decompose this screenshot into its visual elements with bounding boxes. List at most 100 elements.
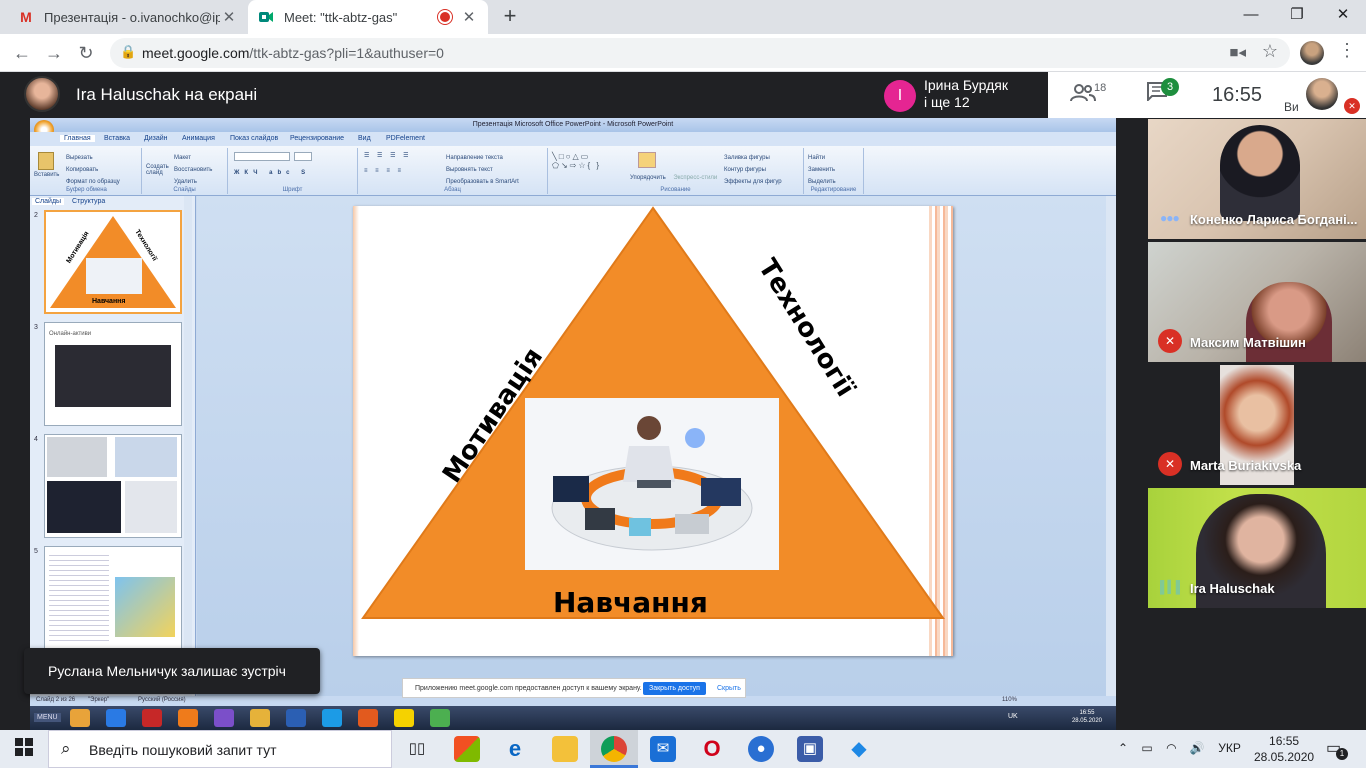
windows-search-box[interactable]: ⌕ Введіть пошуковий запит тут	[48, 730, 392, 768]
participant-tile[interactable]: ✕ Максим Матвішин	[1148, 242, 1366, 362]
cut-label: Вырезать	[66, 155, 93, 161]
remote-app-icon	[286, 709, 306, 727]
align-text-label: Выровнять текст	[446, 167, 493, 173]
find-label: Найти	[808, 155, 826, 161]
edge-icon[interactable]: e	[502, 736, 528, 762]
paste-label: Вставить	[34, 172, 60, 178]
lock-icon[interactable]: 🔒	[120, 44, 136, 60]
list-icons: ☰ ☰ ☰ ☰	[364, 153, 412, 159]
shapes-gallery-icon: ╲□○△▭ ⬠↘⇨☆{ }	[552, 152, 602, 170]
thumb-image	[125, 481, 177, 533]
status-theme: "Эркер"	[88, 697, 110, 703]
self-avatar[interactable]	[1306, 78, 1338, 110]
layout-label: Макет	[174, 155, 191, 161]
thumb-number: 4	[34, 436, 38, 443]
tab-title: Презентація - o.ivanochko@ippo	[44, 9, 220, 25]
replace-label: Заменить	[808, 167, 835, 173]
profile-avatar[interactable]	[1300, 41, 1324, 65]
volume-icon[interactable]: 🔊	[1190, 741, 1205, 755]
gmail-icon: M	[20, 9, 32, 25]
ppt-tab-slideshow: Показ слайдов	[230, 135, 279, 142]
taskbar-clock[interactable]: 16:55 28.05.2020	[1254, 733, 1314, 765]
opera-icon[interactable]: O	[699, 736, 725, 762]
group-label: Редактирование	[810, 187, 857, 193]
close-tab-icon[interactable]: ✕	[220, 8, 238, 26]
camera-icon[interactable]: ■◂	[1229, 43, 1246, 61]
participant-name: Максим Матвішин	[1190, 335, 1306, 350]
thumb-number: 5	[34, 548, 38, 555]
participant-tile[interactable]: ●●● Коненко Лариса Богдані...	[1148, 119, 1366, 239]
remote-app-icon	[430, 709, 450, 727]
chat-badge: 3	[1161, 78, 1179, 96]
tab-meet[interactable]: Meet: "ttk-abtz-gas" ✕	[248, 0, 488, 34]
back-button[interactable]: ←	[10, 41, 34, 65]
slide-thumbnail-5	[44, 546, 182, 650]
mic-off-icon: ✕	[1158, 329, 1182, 353]
file-explorer-icon[interactable]	[552, 736, 578, 762]
presenter-avatar	[24, 76, 60, 112]
wifi-icon[interactable]: ◠	[1166, 741, 1176, 755]
close-window-button[interactable]: ✕	[1320, 0, 1366, 30]
new-tab-button[interactable]: +	[498, 5, 522, 29]
mail-icon[interactable]: ✉	[650, 736, 676, 762]
pane-tabs: Слайды Структура	[32, 198, 105, 205]
copy-label: Копировать	[66, 167, 99, 173]
language-indicator[interactable]: УКР	[1218, 741, 1241, 755]
clock-time: 16:55	[1269, 734, 1300, 748]
recording-indicator-icon	[440, 12, 450, 22]
close-tab-icon[interactable]: ✕	[460, 8, 478, 26]
joiner-more: і ще 12	[924, 94, 970, 110]
browser-menu-icon[interactable]: ⋮	[1338, 40, 1356, 61]
chat-app-icon[interactable]: ●	[748, 736, 774, 762]
address-bar[interactable]: 🔒 meet.google.com/ttk-abtz-gas?pli=1&aut…	[110, 38, 1290, 68]
chevron-up-icon[interactable]: ⌃	[1118, 741, 1128, 755]
shape-fill-label: Заливка фигуры	[724, 155, 770, 161]
slide-edit-area: Мотивація Технології Навчання	[197, 196, 1107, 696]
mic-off-icon: ✕	[1344, 98, 1360, 114]
battery-icon[interactable]: ▭	[1141, 741, 1152, 755]
ppt-ribbon-tabs: Главная Вставка Дизайн Анимация Показ сл…	[30, 132, 1116, 146]
align-icons: ≡ ≡ ≡ ≡	[364, 168, 405, 174]
remote-date: 28.05.2020	[1071, 718, 1102, 724]
ppt-tab-pdfelement: PDFelement	[386, 135, 425, 142]
leave-notification-toast: Руслана Мельничук залишає зустріч	[24, 648, 320, 694]
chrome-icon[interactable]	[601, 736, 627, 762]
thumb-image	[115, 437, 177, 477]
people-count: 18	[1094, 82, 1107, 94]
store-icon[interactable]	[454, 736, 480, 762]
paste-icon	[38, 152, 54, 170]
speaking-indicator-icon: ●●●	[1160, 211, 1180, 225]
paint-app-icon[interactable]: ◆	[846, 736, 872, 762]
tab-gmail[interactable]: M Презентація - o.ivanochko@ippo ✕	[8, 0, 248, 34]
ppt-window-title: Презентація Microsoft Office PowerPoint …	[30, 118, 1116, 132]
save-app-icon[interactable]: ▣	[797, 736, 823, 762]
slide-scrollbar	[1106, 196, 1116, 696]
windows-start-icon[interactable]	[8, 738, 40, 762]
thumb-bottom-label: Навчання	[92, 298, 126, 305]
participant-tile[interactable]: ▌▍▌ Ira Haluschak	[1148, 488, 1366, 608]
minimize-button[interactable]: —	[1228, 0, 1274, 30]
url-path: /ttk-abtz-gas?pli=1&authuser=0	[249, 45, 444, 61]
participant-tile[interactable]: ✕ Marta Buriakivska	[1148, 365, 1366, 485]
reload-button[interactable]: ↻	[74, 41, 98, 65]
maximize-button[interactable]: ❐	[1274, 0, 1320, 30]
editing-items: Найти Заменить Выделить	[808, 152, 836, 188]
share-notice-text: Приложению meet.google.com предоставлен …	[415, 685, 642, 692]
people-icon[interactable]	[1070, 83, 1096, 109]
remote-app-icon	[70, 709, 90, 727]
windows-taskbar: ⌕ Введіть пошуковий запит тут ▯▯ e ✉ O ●…	[0, 730, 1366, 768]
remote-time: 16:55	[1079, 710, 1095, 716]
presenter-label: Ira Haluschak на екрані	[76, 85, 258, 104]
joiner-notification: Ірина Бурдяк і ще 12	[924, 77, 1008, 111]
notification-badge: 1	[1336, 748, 1348, 760]
paragraph-items: Направление текста Выровнять текст Преоб…	[446, 152, 519, 188]
meet-clock: 16:55	[1212, 84, 1263, 106]
ppt-tab-review: Рецензирование	[290, 135, 345, 142]
ppt-tab-home: Главная	[60, 135, 95, 142]
task-view-icon[interactable]: ▯▯	[404, 736, 430, 762]
shape-outline-label: Контур фигуры	[724, 167, 766, 173]
forward-button[interactable]: →	[42, 41, 66, 65]
url-text[interactable]: meet.google.com/ttk-abtz-gas?pli=1&authu…	[142, 45, 444, 61]
ppt-tab-view: Вид	[358, 135, 371, 142]
bookmark-star-icon[interactable]: ☆	[1262, 41, 1278, 62]
